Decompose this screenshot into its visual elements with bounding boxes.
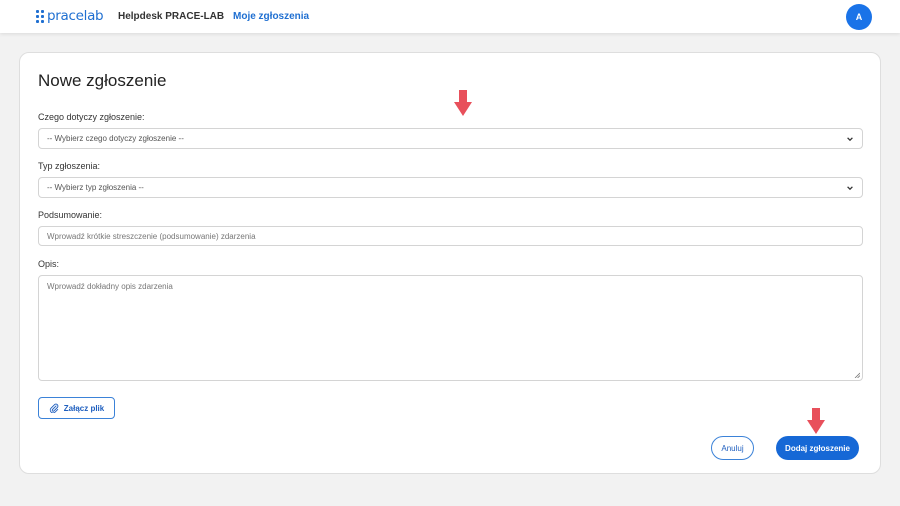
chevron-down-icon (847, 185, 853, 190)
summary-label: Podsumowanie: (38, 210, 103, 220)
summary-input[interactable]: Wprowadź krótkie streszczenie (podsumowa… (38, 226, 863, 246)
description-label: Opis: (38, 259, 60, 269)
description-placeholder: Wprowadź dokładny opis zdarzenia (47, 282, 173, 291)
category-select[interactable]: -- Wybierz czego dotyczy zgłoszenie -- (38, 128, 863, 149)
top-navbar: pracelab Helpdesk PRACE-LAB Moje zgłosze… (0, 0, 900, 33)
cancel-button[interactable]: Anuluj (711, 436, 754, 460)
page-title: Nowe zgłoszenie (38, 71, 167, 90)
arrow-down-icon (454, 90, 472, 116)
type-select[interactable]: -- Wybierz typ zgłoszenia -- (38, 177, 863, 198)
paperclip-icon (49, 403, 59, 413)
category-selected-value: -- Wybierz czego dotyczy zgłoszenie -- (47, 134, 184, 143)
summary-placeholder: Wprowadź krótkie streszczenie (podsumowa… (47, 231, 256, 241)
pracelab-logo[interactable]: pracelab (36, 7, 104, 25)
user-avatar[interactable]: A (846, 4, 872, 30)
logo-dots-icon (36, 9, 44, 23)
submit-ticket-button[interactable]: Dodaj zgłoszenie (776, 436, 859, 460)
type-selected-value: -- Wybierz typ zgłoszenia -- (47, 183, 144, 192)
nav-my-tickets[interactable]: Moje zgłoszenia (233, 11, 309, 22)
type-label: Typ zgłoszenia: (38, 161, 101, 171)
attach-file-button[interactable]: Załącz plik (38, 397, 115, 419)
arrow-down-icon (807, 408, 825, 434)
app-title[interactable]: Helpdesk PRACE-LAB (118, 11, 224, 22)
category-label: Czego dotyczy zgłoszenie: (38, 112, 145, 122)
attach-file-label: Załącz plik (63, 403, 105, 413)
logo-text: pracelab (47, 8, 104, 24)
chevron-down-icon (847, 136, 853, 141)
new-ticket-card: Nowe zgłoszenie Czego dotyczy zgłoszenie… (19, 52, 881, 474)
resize-handle-icon[interactable] (854, 372, 860, 378)
description-textarea[interactable]: Wprowadź dokładny opis zdarzenia (38, 275, 863, 381)
